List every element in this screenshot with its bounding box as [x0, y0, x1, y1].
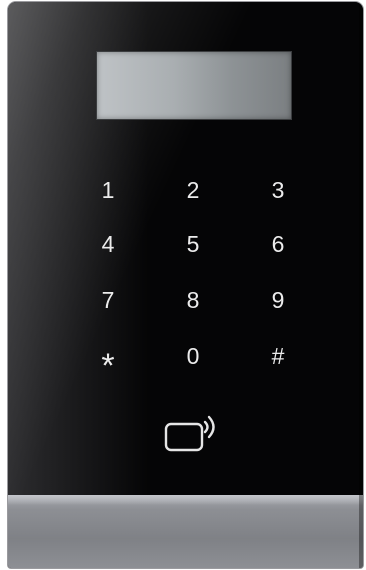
frame-highlight [8, 495, 363, 505]
key-hash[interactable]: # [248, 336, 308, 376]
glass-front-panel: 1 2 3 4 5 6 7 8 9 * 0 # [8, 2, 363, 495]
access-control-keypad-device: 1 2 3 4 5 6 7 8 9 * 0 # [8, 2, 363, 568]
key-9[interactable]: 9 [248, 280, 308, 320]
key-8[interactable]: 8 [163, 280, 223, 320]
side-shadow [359, 2, 363, 568]
metal-bottom-frame [8, 495, 363, 568]
contactless-card-icon [160, 412, 224, 456]
key-2[interactable]: 2 [163, 170, 223, 210]
key-star[interactable]: * [78, 336, 138, 386]
key-7[interactable]: 7 [78, 280, 138, 320]
key-1[interactable]: 1 [78, 170, 138, 210]
key-5[interactable]: 5 [163, 224, 223, 264]
lcd-display [96, 51, 292, 120]
keypad: 1 2 3 4 5 6 7 8 9 * 0 # [78, 170, 308, 390]
key-6[interactable]: 6 [248, 224, 308, 264]
key-0[interactable]: 0 [163, 336, 223, 376]
key-4[interactable]: 4 [78, 224, 138, 264]
key-3[interactable]: 3 [248, 170, 308, 210]
